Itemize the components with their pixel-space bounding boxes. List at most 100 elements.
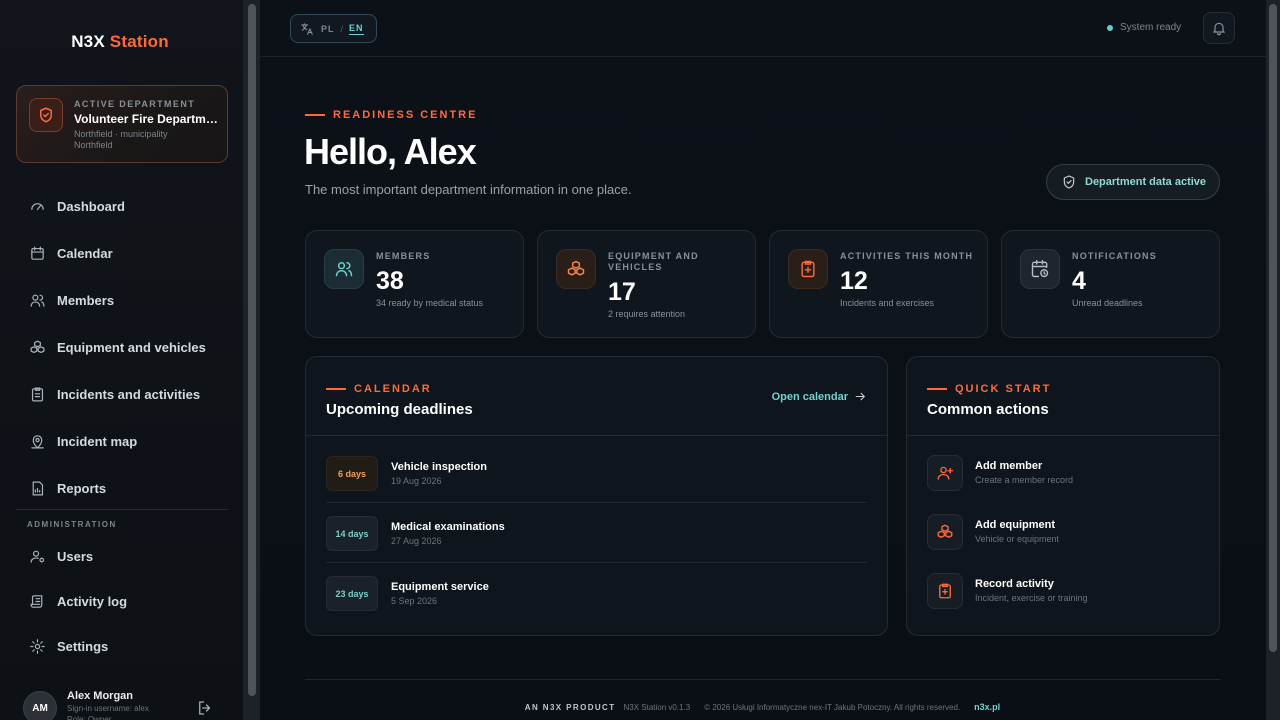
stat-card-notifications[interactable]: NOTIFICATIONS 4 Unread deadlines (1001, 230, 1220, 338)
sidebar-item-label: Settings (57, 638, 109, 654)
bell-icon (1211, 20, 1227, 36)
stat-subtext: Incidents and exercises (840, 298, 935, 308)
user-role: Role: Owner (67, 715, 112, 720)
language-switcher[interactable]: PL / EN (290, 14, 377, 43)
sidebar-item-label: Users (57, 548, 94, 564)
logout-icon[interactable] (196, 699, 214, 717)
deadline-name: Vehicle inspection (391, 461, 487, 473)
sidebar-item-dashboard[interactable]: Dashboard (16, 188, 228, 224)
footer-link[interactable]: n3x.pl (974, 702, 1000, 712)
panel-header: QUICK START Common actions (907, 357, 1219, 436)
users-icon (324, 249, 364, 289)
stat-card-equipment[interactable]: EQUIPMENT AND VEHICLES 17 2 requires att… (537, 230, 756, 338)
sidebar-item-label: Members (57, 292, 115, 308)
action-name: Record activity (975, 578, 1054, 590)
deadline-item[interactable]: 23 days Equipment service 5 Sep 2026 (326, 576, 867, 636)
quick-start-panel: QUICK START Common actions Add member Cr… (906, 356, 1220, 636)
sidebar-item-activity-log[interactable]: Activity log (16, 583, 228, 619)
topbar: PL / EN System ready (260, 0, 1266, 57)
department-municipality: Northfield · municipality (74, 129, 168, 139)
system-status-text: System ready (1120, 22, 1182, 33)
sidebar-item-incidents[interactable]: Incidents and activities (16, 376, 228, 412)
status-dot-icon (1107, 24, 1113, 31)
sidebar-item-members[interactable]: Members (16, 282, 228, 318)
sidebar-item-reports[interactable]: Reports (16, 470, 228, 506)
app-logo[interactable]: N3X Station (0, 32, 240, 52)
language-option-en[interactable]: EN (349, 23, 364, 35)
footer-brand: AN N3X PRODUCT (524, 702, 616, 712)
calendar-icon (28, 244, 46, 262)
deadline-item[interactable]: 6 days Vehicle inspection 19 Aug 2026 (326, 456, 867, 516)
sidebar-scrollbar-thumb[interactable] (248, 4, 256, 696)
sidebar-item-label: Calendar (57, 245, 113, 261)
divider (326, 502, 867, 503)
notifications-button[interactable] (1203, 12, 1235, 44)
deadline-date: 5 Sep 2026 (391, 596, 438, 606)
open-calendar-label: Open calendar (771, 390, 848, 403)
kicker-bar (927, 388, 947, 390)
department-kicker: ACTIVE DEPARTMENT (74, 99, 196, 109)
panel-kicker-text: CALENDAR (354, 383, 432, 395)
map-pin-icon (28, 432, 46, 450)
sidebar-item-label: Incidents and activities (57, 386, 201, 402)
hero-kicker: READINESS CENTRE (305, 109, 477, 121)
sidebar-item-calendar[interactable]: Calendar (16, 235, 228, 271)
stat-value: 12 (840, 267, 868, 295)
user-plus-icon (927, 455, 963, 491)
panel-title: Upcoming deadlines (326, 401, 473, 418)
page-subtitle: The most important department informatio… (305, 182, 632, 197)
days-left-badge: 23 days (326, 576, 378, 611)
stat-label: NOTIFICATIONS (1072, 251, 1157, 261)
days-left-badge: 14 days (326, 516, 378, 551)
language-separator: / (340, 23, 344, 34)
action-description: Create a member record (975, 475, 1074, 485)
deadline-name: Medical examinations (391, 521, 505, 533)
main-scrollbar-thumb[interactable] (1269, 4, 1277, 652)
translate-icon (300, 22, 314, 36)
stat-label: EQUIPMENT AND VEHICLES (608, 251, 699, 272)
open-calendar-link[interactable]: Open calendar (772, 390, 867, 403)
logo-text-secondary: Station (109, 32, 169, 51)
stat-subtext: 2 requires attention (608, 309, 686, 319)
department-location: Northfield · municipality Northfield (74, 129, 168, 151)
sidebar-item-map[interactable]: Incident map (16, 423, 228, 459)
gauge-icon (28, 197, 46, 215)
scroll-icon (28, 592, 46, 610)
panel-header: CALENDAR Upcoming deadlines Open calenda… (306, 357, 887, 436)
user-signin: Sign-in username: alex (67, 704, 149, 713)
divider (326, 562, 867, 563)
shield-check-icon (1061, 174, 1077, 190)
sidebar-item-label: Activity log (57, 593, 128, 609)
stat-value: 4 (1072, 267, 1086, 295)
page-title: Hello, Alex (304, 131, 477, 172)
calendar-clock-icon (1020, 249, 1060, 289)
add-member-button[interactable]: Add member Create a member record (927, 455, 1197, 495)
action-name: Add member (975, 460, 1043, 472)
stat-value: 17 (608, 278, 636, 306)
sidebar-item-label: Equipment and vehicles (57, 339, 206, 355)
panel-kicker-text: QUICK START (955, 383, 1052, 395)
panel-kicker: CALENDAR (326, 383, 432, 395)
language-option-pl[interactable]: PL (321, 24, 335, 34)
user-gear-icon (28, 547, 46, 565)
stat-subtext: 34 ready by medical status (376, 298, 484, 308)
department-data-badge[interactable]: Department data active (1046, 164, 1220, 200)
stat-subtext: Unread deadlines (1072, 298, 1143, 308)
stat-label: MEMBERS (376, 251, 431, 261)
add-equipment-button[interactable]: Add equipment Vehicle or equipment (927, 514, 1197, 554)
active-department-card[interactable]: ACTIVE DEPARTMENT Volunteer Fire Departm… (16, 85, 228, 163)
stat-card-activities[interactable]: ACTIVITIES THIS MONTH 12 Incidents and e… (769, 230, 988, 338)
sidebar-item-settings[interactable]: Settings (16, 628, 228, 664)
sidebar-item-equipment[interactable]: Equipment and vehicles (16, 329, 228, 365)
gear-icon (28, 637, 46, 655)
stat-label: ACTIVITIES THIS MONTH (840, 251, 974, 261)
avatar[interactable]: AM (23, 691, 57, 720)
action-name: Add equipment (975, 519, 1056, 531)
sidebar-item-users[interactable]: Users (16, 538, 228, 574)
stat-card-members[interactable]: MEMBERS 38 34 ready by medical status (305, 230, 524, 338)
record-activity-button[interactable]: Record activity Incident, exercise or tr… (927, 573, 1197, 613)
user-name: Alex Morgan (67, 690, 134, 702)
stat-value: 38 (376, 267, 404, 295)
panel-kicker: QUICK START (927, 383, 1051, 395)
deadline-item[interactable]: 14 days Medical examinations 27 Aug 2026 (326, 516, 867, 576)
